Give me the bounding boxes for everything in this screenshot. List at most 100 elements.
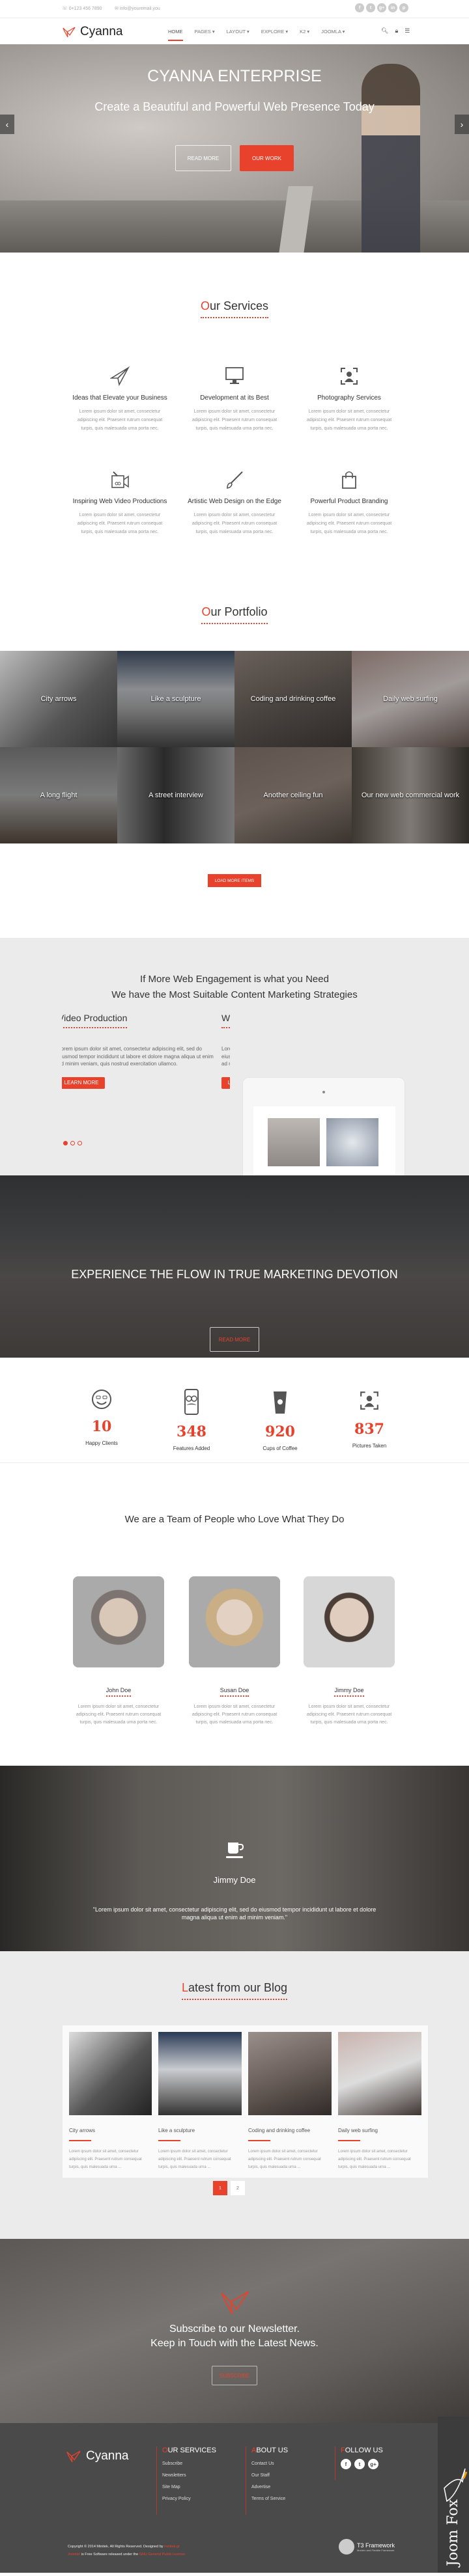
testimonial-name: Jimmy Doe (213, 1875, 256, 1885)
portfolio-item[interactable]: A street interview (117, 747, 234, 843)
slide-title: W (221, 1013, 230, 1028)
search-icon[interactable]: 🔍︎ (381, 27, 388, 34)
flow-title: EXPERIENCE THE FLOW IN TRUE MARKETING DE… (71, 1268, 398, 1281)
facebook-icon[interactable]: f (355, 3, 364, 12)
footer-link-terms[interactable]: Terms of Service (251, 2497, 288, 2501)
title-first-letter: F (341, 2446, 345, 2454)
blog-post-title[interactable]: Daily web surfing (338, 2127, 421, 2135)
hero-our-work-button[interactable]: OUR WORK (240, 145, 294, 171)
menu-icon[interactable]: ☰ (405, 27, 410, 34)
blog-image[interactable] (69, 2032, 152, 2115)
menu-home[interactable]: HOME (168, 29, 183, 41)
portfolio-item[interactable]: Our new web commercial work (352, 747, 469, 843)
feature-slider[interactable]: Video Production Lorem ipsum dolor sit a… (62, 1013, 230, 1175)
google-plus-icon[interactable]: g+ (368, 2459, 378, 2469)
slider-dot[interactable] (78, 1141, 82, 1145)
team-member: Jimmy Doe Lorem ipsum dolor sit amet, co… (300, 1576, 398, 1727)
gpl-link[interactable]: GNU General Public License (139, 2553, 185, 2556)
email-address[interactable]: info@youremail.you (120, 7, 160, 11)
learn-more-button[interactable]: LEARN MORE (221, 1076, 230, 1089)
phone-mustache-icon (184, 1389, 199, 1415)
blog-post-title[interactable]: City arrows (69, 2127, 152, 2135)
pinterest-icon[interactable]: p (399, 3, 408, 12)
blog-post-title[interactable]: Like a sculpture (158, 2127, 242, 2135)
email-text[interactable]: ✉ info@youremail.you (115, 6, 160, 11)
blog-card[interactable]: Coding and drinking coffee Lorem ipsum d… (242, 2025, 338, 2178)
joomla-link[interactable]: Joomla! (68, 2553, 80, 2556)
footer-heading: ABOUT US (251, 2446, 288, 2454)
services-title: Our Services (0, 299, 469, 318)
logo[interactable]: Cyanna (62, 25, 123, 39)
stat-value: 920 (265, 1423, 295, 1440)
blog-card[interactable]: Like a sculpture Lorem ipsum dolor sit a… (152, 2025, 248, 2178)
footer-heading: FOLLOW US (341, 2446, 383, 2454)
footer-link-staff[interactable]: Our Staff (251, 2473, 288, 2478)
blog-post-excerpt: Lorem ipsum dolor sit amet, consectetur … (248, 2149, 321, 2169)
pagination: 1 2 (213, 2181, 245, 2195)
portfolio-item[interactable]: Another ceiling fun (234, 747, 352, 843)
menu-joomla[interactable]: JOOMLA ▾ (321, 29, 345, 41)
footer-link-privacy[interactable]: Privacy Policy (162, 2497, 216, 2501)
blog-image[interactable] (338, 2032, 421, 2115)
portrait-focus-icon (341, 368, 358, 385)
menu-pages[interactable]: PAGES ▾ (195, 29, 215, 41)
testimonial-quote: "Lorem ipsum dolor sit amet, consectetur… (92, 1906, 377, 1921)
t3-logo-icon (339, 2539, 354, 2555)
portfolio-item[interactable]: A long flight (0, 747, 117, 843)
menu-layout[interactable]: LAYOUT ▾ (227, 29, 249, 41)
footer-link-site-map[interactable]: Site Map (162, 2485, 216, 2489)
service-text: Lorem ipsum dolor sit amet, consectetur … (192, 409, 277, 431)
flow-read-more-button[interactable]: READ MORE (210, 1327, 259, 1352)
menu: HOME PAGES ▾ LAYOUT ▾ EXPLORE ▾ K2 ▾ JOO… (168, 29, 345, 41)
mockup-thumbnail (268, 1118, 320, 1166)
blog-card[interactable]: City arrows Lorem ipsum dolor sit amet, … (63, 2025, 159, 2178)
designer-link[interactable]: minitek.gr (164, 2545, 180, 2549)
twitter-icon[interactable]: t (366, 3, 375, 12)
blog-image[interactable] (158, 2032, 242, 2115)
learn-more-button[interactable]: LEARN MORE (62, 1076, 105, 1089)
footer-link-contact[interactable]: Contact Us (251, 2461, 288, 2466)
google-plus-icon[interactable]: g+ (377, 3, 386, 12)
title-first-letter: O (162, 2446, 168, 2454)
page-1-button[interactable]: 1 (213, 2181, 227, 2195)
t3-framework-badge[interactable]: T3 Framework Modern and Flexible Framewo… (339, 2539, 395, 2555)
subscribe-button[interactable]: SUBSCRIBE (212, 2366, 257, 2385)
blog-image[interactable] (248, 2032, 332, 2115)
slider-dot[interactable] (70, 1141, 75, 1145)
footer-link-advertise[interactable]: Advertise (251, 2485, 288, 2489)
portfolio-item[interactable]: Daily web surfing (352, 651, 469, 747)
twitter-icon[interactable]: t (354, 2459, 365, 2469)
portfolio-item[interactable]: Coding and drinking coffee (234, 651, 352, 747)
hero-read-more-button[interactable]: READ MORE (175, 145, 231, 171)
blog-section: Latest from our Blog City arrows Lorem i… (0, 1951, 469, 2239)
menu-explore[interactable]: EXPLORE ▾ (261, 29, 288, 41)
portfolio-item[interactable]: Like a sculpture (117, 651, 234, 747)
t3-text: T3 Framework Modern and Flexible Framewo… (357, 2542, 395, 2552)
title-rest: OLLOW US (345, 2446, 383, 2454)
footer-logo[interactable]: Cyanna (65, 2449, 129, 2463)
portfolio-item[interactable]: City arrows (0, 651, 117, 747)
load-more-button[interactable]: LOAD MORE ITEMS (208, 874, 261, 887)
title-first-letter: O (201, 605, 211, 618)
blog-title: Latest from our Blog (0, 1981, 469, 2000)
next-arrow-icon[interactable]: › (455, 115, 469, 134)
linkedin-icon[interactable]: in (388, 3, 397, 12)
facebook-icon[interactable]: f (341, 2459, 351, 2469)
footer-link-subscribe[interactable]: Subscribe (162, 2461, 216, 2466)
stat-label: Happy Clients (85, 1440, 118, 1446)
lock-icon[interactable]: 🔒︎ (395, 27, 398, 34)
portfolio-caption: A long flight (40, 791, 78, 799)
page-2-button[interactable]: 2 (231, 2181, 245, 2195)
t3-subtitle: Modern and Flexible Framework (357, 2548, 395, 2552)
slider-dot[interactable] (63, 1141, 68, 1145)
service-item: Ideas that Elevate your Business Lorem i… (71, 366, 169, 433)
social-links: f t g+ in p (355, 3, 408, 12)
menu-k2[interactable]: K2 ▾ (300, 29, 309, 41)
svg-text:Joom Fox: Joom Fox (445, 2499, 461, 2568)
paper-plane-icon (110, 366, 130, 386)
prev-arrow-icon[interactable]: ‹ (0, 115, 14, 134)
blog-post-title[interactable]: Coding and drinking coffee (248, 2127, 332, 2135)
brand-name: Cyanna (80, 25, 123, 38)
footer-link-newsletters[interactable]: Newsletters (162, 2473, 216, 2478)
blog-card[interactable]: Daily web surfing Lorem ipsum dolor sit … (332, 2025, 428, 2178)
